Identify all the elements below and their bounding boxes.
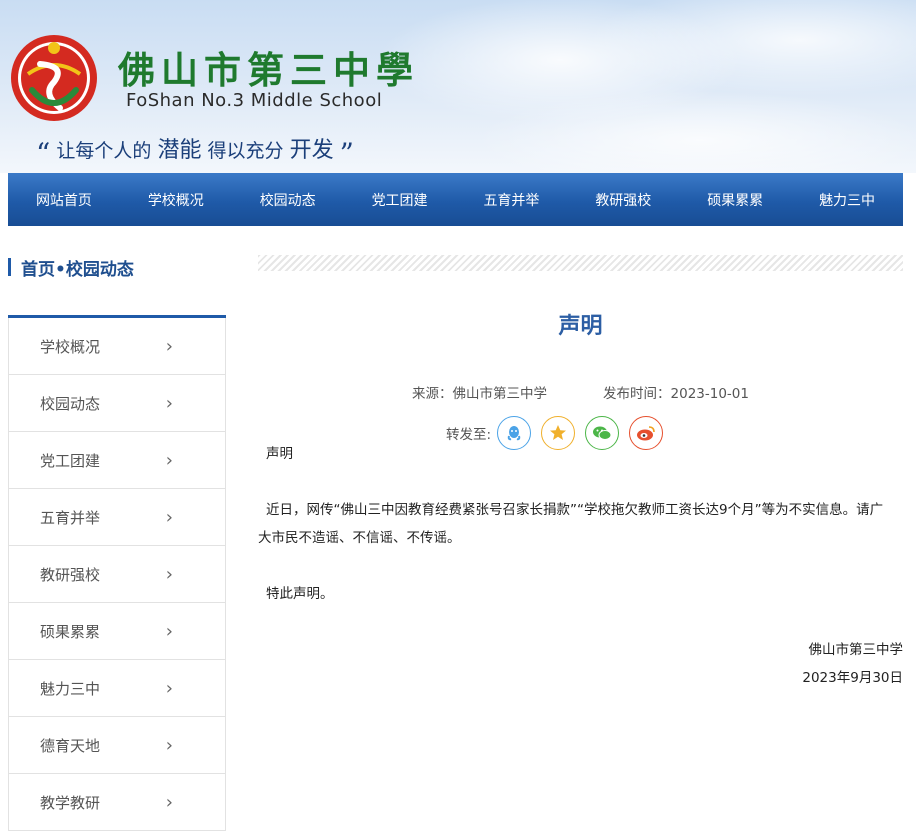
breadcrumb-marker bbox=[8, 258, 11, 276]
chevron-right-icon: › bbox=[165, 791, 173, 813]
motto-part-2: 潜能 bbox=[157, 138, 202, 163]
sidebar-item-label: 教学教研 bbox=[40, 793, 101, 812]
nav-home[interactable]: 网站首页 bbox=[8, 173, 120, 226]
sidebar-item-charm[interactable]: 魅力三中 › bbox=[8, 660, 226, 717]
motto-part-4: 开发 bbox=[289, 138, 334, 163]
nav-campus-news[interactable]: 校园动态 bbox=[232, 173, 344, 226]
article-closing: 特此声明。 bbox=[266, 586, 334, 602]
chevron-right-icon: › bbox=[165, 563, 173, 585]
nav-charm[interactable]: 魅力三中 bbox=[791, 173, 903, 226]
chevron-right-icon: › bbox=[165, 335, 173, 357]
school-name-cn: 佛山市第三中學 bbox=[118, 48, 419, 92]
nav-achievements[interactable]: 硕果累累 bbox=[679, 173, 791, 226]
chevron-right-icon: › bbox=[165, 677, 173, 699]
chevron-right-icon: › bbox=[165, 449, 173, 471]
share-qq-button[interactable] bbox=[497, 416, 532, 450]
sidebar-item-achievements[interactable]: 硕果累累 › bbox=[8, 603, 226, 660]
qq-icon bbox=[507, 426, 521, 441]
sidebar-item-label: 五育并举 bbox=[40, 508, 101, 527]
sidebar-item-party-building[interactable]: 党工团建 › bbox=[8, 432, 226, 489]
sidebar-item-moral-education[interactable]: 德育天地 › bbox=[8, 717, 226, 774]
motto-close-quote: ” bbox=[339, 137, 354, 170]
sidebar-item-teaching[interactable]: 教学教研 › bbox=[8, 774, 226, 831]
share-weibo-button[interactable] bbox=[629, 416, 664, 450]
chevron-right-icon: › bbox=[165, 506, 173, 528]
article-heading: 声明 bbox=[266, 446, 293, 462]
article-sign-date: 2023年9月30日 bbox=[802, 670, 903, 686]
article-meta: 来源：佛山市第三中学 发布时间：2023-10-01 bbox=[258, 382, 903, 402]
nav-school-overview[interactable]: 学校概况 bbox=[120, 173, 232, 226]
sidebar-item-label: 党工团建 bbox=[40, 451, 101, 470]
article-date: 发布时间：2023-10-01 bbox=[603, 386, 749, 402]
chevron-right-icon: › bbox=[165, 392, 173, 414]
main-nav: 网站首页 学校概况 校园动态 党工团建 五育并举 教研强校 硕果累累 魅力三中 bbox=[8, 173, 903, 226]
share-bar: 转发至: bbox=[446, 416, 673, 450]
article-paragraph: 近日，网传“佛山三中因教育经费紧张号召家长捐款”“学校拖欠教师工资长达9个月”等… bbox=[258, 502, 884, 546]
nav-party-building[interactable]: 党工团建 bbox=[344, 173, 456, 226]
wechat-icon bbox=[593, 426, 612, 440]
chevron-right-icon: › bbox=[165, 620, 173, 642]
article-signature: 佛山市第三中学 bbox=[808, 642, 904, 658]
nav-five-education[interactable]: 五育并举 bbox=[456, 173, 568, 226]
motto-part-3: 得以充分 bbox=[207, 140, 284, 162]
sidebar-item-label: 教研强校 bbox=[40, 565, 101, 584]
share-wechat-button[interactable] bbox=[585, 416, 620, 450]
sidebar-item-label: 校园动态 bbox=[40, 394, 101, 413]
breadcrumb: 首页•校园动态 bbox=[8, 255, 134, 280]
section-divider bbox=[258, 255, 903, 271]
site-header: 佛山市第三中學 FoShan No.3 Middle School “ 让每个人… bbox=[0, 0, 916, 173]
sidebar-item-label: 德育天地 bbox=[40, 736, 101, 755]
article-title: 声明 bbox=[558, 314, 603, 339]
sidebar-item-label: 硕果累累 bbox=[40, 622, 101, 641]
nav-research[interactable]: 教研强校 bbox=[567, 173, 679, 226]
breadcrumb-text[interactable]: 首页•校园动态 bbox=[21, 255, 134, 280]
chevron-right-icon: › bbox=[165, 734, 173, 756]
motto-part-1: 让每个人的 bbox=[56, 140, 152, 162]
share-qzone-button[interactable] bbox=[541, 416, 576, 450]
motto-open-quote: “ bbox=[36, 137, 51, 170]
school-motto: “ 让每个人的 潜能 得以充分 开发 ” bbox=[36, 132, 354, 170]
school-name-en: FoShan No.3 Middle School bbox=[126, 90, 383, 111]
school-logo[interactable] bbox=[10, 34, 98, 122]
sidebar-item-school-overview[interactable]: 学校概况 › bbox=[8, 318, 226, 375]
sidebar-item-five-education[interactable]: 五育并举 › bbox=[8, 489, 226, 546]
sidebar-item-label: 魅力三中 bbox=[40, 679, 101, 698]
sidebar-item-research[interactable]: 教研强校 › bbox=[8, 546, 226, 603]
article-signature-block: 佛山市第三中学 2023年9月30日 bbox=[802, 636, 903, 692]
weibo-icon bbox=[637, 426, 655, 441]
qzone-icon bbox=[550, 425, 567, 440]
sidebar-item-label: 学校概况 bbox=[40, 337, 101, 356]
sidebar-item-campus-news[interactable]: 校园动态 › bbox=[8, 375, 226, 432]
sidebar-menu: 学校概况 › 校园动态 › 党工团建 › 五育并举 › 教研强校 › 硕果累累 … bbox=[8, 315, 226, 831]
share-label: 转发至: bbox=[446, 427, 492, 443]
article-source: 来源：佛山市第三中学 bbox=[412, 386, 548, 402]
